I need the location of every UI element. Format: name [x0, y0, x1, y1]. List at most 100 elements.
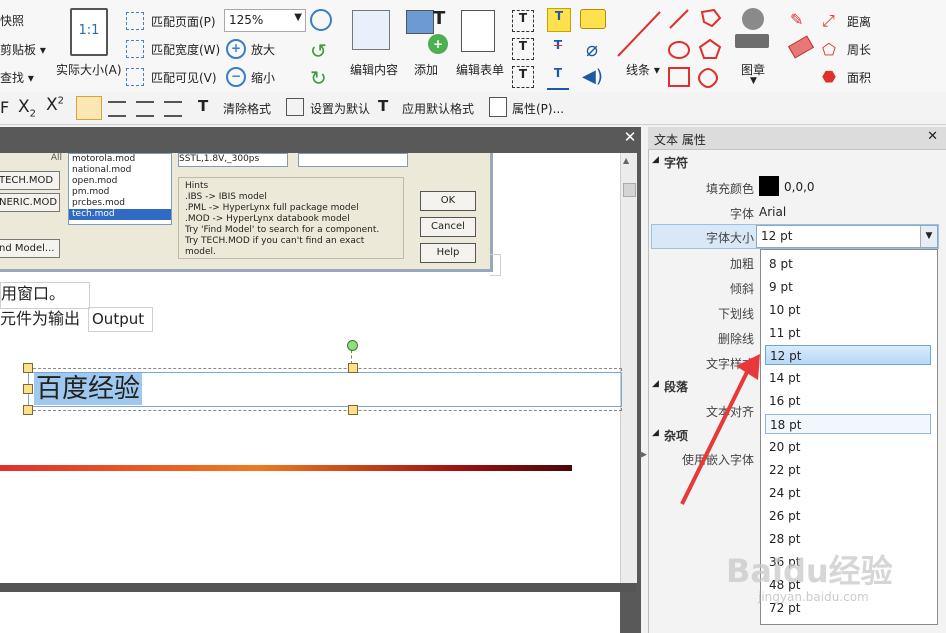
actual-size-label: 实际大小(A): [56, 63, 122, 77]
font-value[interactable]: Arial: [759, 205, 786, 219]
dropdown-option-hovered[interactable]: 18 pt: [765, 414, 931, 434]
text-line-2[interactable]: 元件为输出: [0, 308, 80, 330]
dropdown-option[interactable]: 26 pt: [765, 506, 931, 526]
resize-handle[interactable]: [348, 405, 358, 415]
font-size-value: 12 pt: [761, 229, 793, 243]
dropdown-option[interactable]: 8 pt: [765, 254, 931, 274]
font-style-icon[interactable]: F: [0, 98, 9, 117]
dropdown-option-selected[interactable]: 12 pt: [765, 345, 931, 365]
collapse-icon[interactable]: ◢: [652, 155, 659, 165]
dropdown-option[interactable]: 16 pt: [765, 391, 931, 411]
justify-icon[interactable]: [164, 101, 182, 117]
eraser-icon[interactable]: [787, 35, 815, 59]
actual-size-button[interactable]: 1:1: [70, 8, 108, 56]
plus-circle-icon: +: [226, 39, 246, 59]
distance-button[interactable]: 距离: [847, 13, 871, 30]
rectangle-icon[interactable]: [668, 67, 690, 87]
callout-text-icon[interactable]: T: [512, 38, 534, 60]
fit-page-button[interactable]: 匹配页面(P): [151, 13, 216, 30]
resize-handle[interactable]: [348, 363, 358, 373]
fill-color-swatch[interactable]: [759, 176, 779, 196]
list-item: prcbes.mod: [72, 198, 125, 208]
rotate-left-icon[interactable]: ↺: [310, 39, 327, 63]
subscript-icon[interactable]: X2: [18, 97, 36, 119]
hints-box: Hints .IBS -> IBIS model .PML -> HyperLy…: [178, 177, 404, 259]
collapse-icon[interactable]: ◢: [652, 379, 659, 389]
snapshot-button[interactable]: 快照: [0, 12, 24, 29]
ellipse-icon[interactable]: [668, 41, 690, 59]
fit-visible-button[interactable]: 匹配可见(V): [151, 69, 217, 86]
line-button[interactable]: 线条 ▾: [626, 61, 660, 78]
rotate-right-icon[interactable]: ↻: [310, 66, 327, 90]
clear-format-button[interactable]: 清除格式: [223, 100, 271, 117]
set-default-button[interactable]: 设置为默认: [310, 100, 370, 117]
zoom-value: 125%: [229, 13, 264, 27]
align-center-icon[interactable]: [108, 101, 126, 117]
page-gap: [0, 583, 636, 592]
output-textbox[interactable]: Output: [88, 307, 153, 332]
text-line-1[interactable]: 用窗口。: [0, 282, 90, 309]
stamp-icon[interactable]: [735, 8, 771, 52]
perimeter-button[interactable]: 周长: [847, 41, 871, 58]
edit-content-button[interactable]: 编辑内容: [350, 61, 398, 78]
collapse-icon[interactable]: ◢: [652, 428, 659, 438]
zoom-in-button[interactable]: 放大: [251, 41, 275, 58]
selected-text[interactable]: 百度经验: [34, 373, 143, 405]
add-button[interactable]: 添加: [414, 61, 438, 78]
pencil-icon[interactable]: ✎: [790, 10, 803, 29]
secondary-combo: [298, 153, 408, 167]
arrow-icon[interactable]: [669, 9, 689, 29]
edit-form-button[interactable]: 编辑表单: [456, 61, 504, 78]
dropdown-option[interactable]: 10 pt: [765, 300, 931, 320]
clipboard-label: 剪贴板: [0, 43, 37, 57]
attachment-icon[interactable]: ⌀: [586, 37, 598, 61]
cloud-icon[interactable]: [698, 68, 718, 88]
align-right-icon[interactable]: [136, 101, 154, 117]
dropdown-option[interactable]: 20 pt: [765, 437, 931, 457]
sound-icon[interactable]: ◀): [582, 66, 603, 87]
scroll-up-icon[interactable]: ▲: [623, 156, 629, 165]
close-icon[interactable]: ✕: [622, 129, 638, 145]
zoom-combo[interactable]: 125% ▼: [224, 9, 306, 32]
strikethrough-icon[interactable]: T: [547, 38, 569, 60]
zoom-in-icon[interactable]: [310, 9, 332, 31]
tech-mod-button: TECH.MOD: [0, 171, 60, 190]
resize-handle[interactable]: [23, 363, 33, 373]
note-icon[interactable]: [580, 9, 606, 29]
textbox-icon[interactable]: T: [512, 10, 534, 32]
splitter-arrow-icon[interactable]: ▶: [640, 450, 647, 464]
edit-content-icon[interactable]: [352, 10, 390, 50]
dropdown-option[interactable]: 14 pt: [765, 368, 931, 388]
superscript-icon[interactable]: X2: [46, 95, 64, 115]
align-left-icon[interactable]: [76, 96, 102, 120]
polygon-icon[interactable]: [700, 8, 722, 28]
rotate-handle[interactable]: [347, 340, 358, 351]
underline-text-icon[interactable]: T: [547, 66, 569, 90]
bold-label: 加粗: [729, 257, 754, 271]
hint-line: Try 'Find Model' to search for a compone…: [185, 225, 380, 235]
highlight-text-icon[interactable]: T: [547, 8, 571, 32]
resize-handle[interactable]: [23, 384, 33, 394]
panel-close-icon[interactable]: ✕: [927, 129, 938, 144]
perimeter-icon: ⬠: [822, 40, 836, 59]
distance-icon: ⤢: [822, 11, 835, 30]
fit-width-button[interactable]: 匹配宽度(W): [151, 41, 220, 58]
dropdown-option[interactable]: 22 pt: [765, 460, 931, 480]
scroll-thumb[interactable]: [623, 183, 636, 197]
font-size-combo[interactable]: 12 pt ▼: [756, 225, 938, 248]
apply-default-button[interactable]: 应用默认格式: [402, 100, 474, 117]
chevron-down-icon[interactable]: ▼: [920, 226, 937, 247]
properties-button[interactable]: 属性(P)...: [512, 100, 564, 117]
typewriter-icon[interactable]: T: [512, 66, 534, 88]
dropdown-option[interactable]: 24 pt: [765, 483, 931, 503]
pentagon-icon[interactable]: [698, 38, 722, 59]
zoom-out-button[interactable]: 缩小: [251, 69, 275, 86]
line-tool-icon[interactable]: [614, 8, 664, 60]
dropdown-option[interactable]: 9 pt: [765, 277, 931, 297]
resize-handle[interactable]: [23, 405, 33, 415]
dropdown-option[interactable]: 11 pt: [765, 323, 931, 343]
vertical-scrollbar[interactable]: ▲: [620, 153, 637, 583]
clipboard-button[interactable]: 剪贴板 ▾: [0, 41, 46, 58]
find-button[interactable]: 查找 ▾: [0, 69, 34, 86]
area-button[interactable]: 面积: [847, 69, 871, 86]
